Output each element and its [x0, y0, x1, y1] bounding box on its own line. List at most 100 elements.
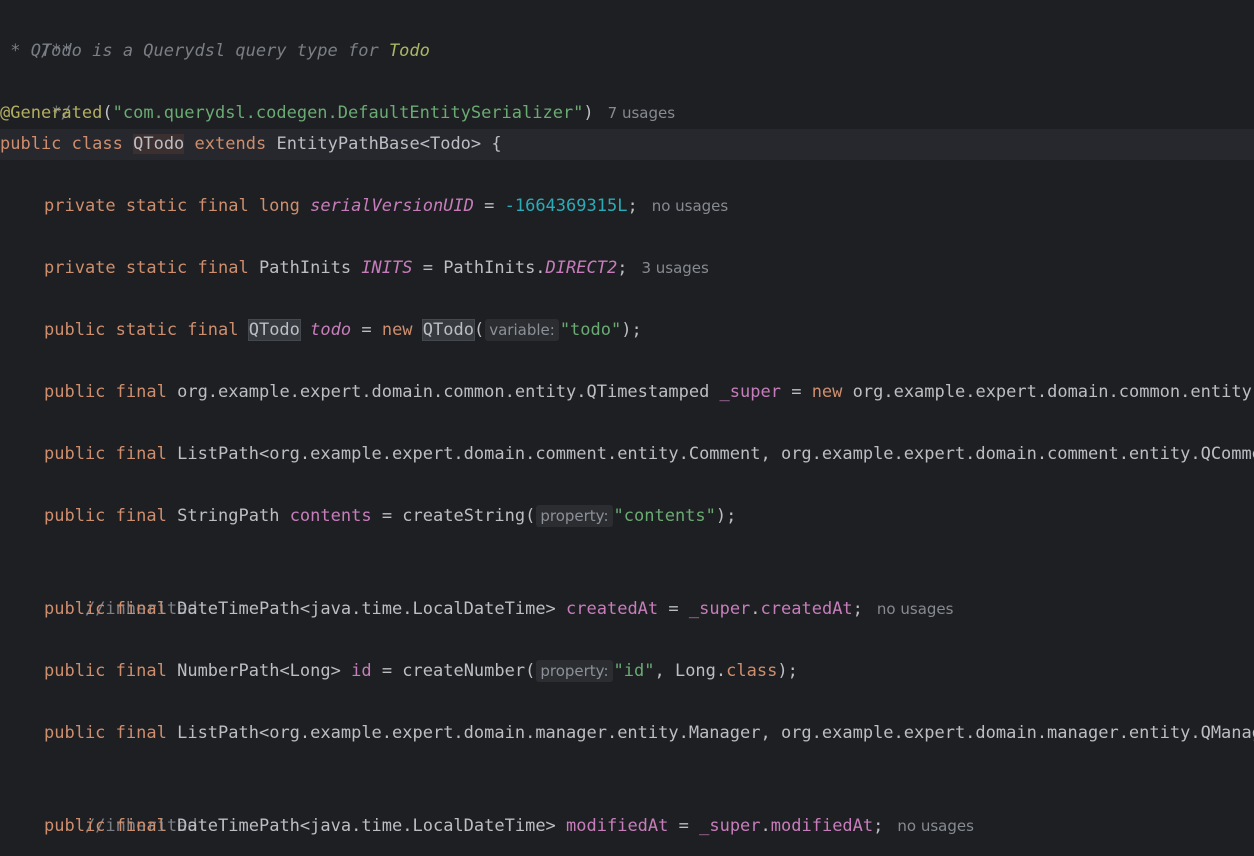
super-ref[interactable]: _super: [689, 599, 750, 619]
keyword-public: public: [44, 816, 106, 836]
annotation-argument: "com.querydsl.codegen.DefaultEntitySeria…: [112, 103, 584, 123]
operator-assign: =: [780, 382, 812, 402]
field-id[interactable]: id: [351, 661, 371, 681]
param-hint-property[interactable]: property:: [536, 505, 613, 527]
operator-assign: =: [473, 196, 505, 216]
paren-open: (: [473, 320, 485, 340]
serial-value: -1664369315L: [504, 196, 628, 216]
annotation-paren-open: (: [102, 103, 113, 123]
semicolon: ;: [873, 816, 884, 836]
keyword-final: final: [115, 382, 167, 402]
field-type: DateTimePath<java.time.LocalDateTime>: [166, 816, 567, 836]
paren-close: );: [715, 506, 737, 526]
field-todo[interactable]: todo: [310, 320, 351, 340]
field-type: StringPath: [166, 506, 290, 526]
contents-argument: "contents": [613, 506, 716, 526]
field-modified-at[interactable]: modifiedAt: [566, 816, 668, 836]
keyword-final: final: [115, 506, 167, 526]
field-type: NumberPath<Long>: [166, 661, 352, 681]
keyword-final: final: [115, 599, 167, 619]
keyword-public: public: [44, 661, 106, 681]
dot: .: [750, 599, 761, 619]
keyword-public: public: [44, 723, 106, 743]
code-line-javadoc-open[interactable]: /**: [0, 5, 1254, 61]
keyword-new: new: [811, 382, 843, 402]
keyword-public: public: [0, 134, 62, 154]
id-mid: , Long.: [654, 661, 727, 681]
field-modifiers: public static final: [44, 320, 239, 340]
keyword-final: final: [115, 723, 167, 743]
field-super[interactable]: _super: [720, 382, 781, 402]
field-contents[interactable]: contents: [290, 506, 372, 526]
super-rhs: org.example.expert.domain.common.entity.…: [852, 382, 1254, 402]
operator-assign: =: [668, 816, 700, 836]
operator-assign: =: [351, 320, 382, 340]
class-name[interactable]: QTodo: [133, 134, 185, 154]
keyword-public: public: [44, 444, 106, 464]
code-line-id-field[interactable]: public final NumberPath<Long> id = creat…: [0, 656, 1254, 687]
paren-close: );: [777, 661, 798, 681]
keyword-final: final: [115, 661, 167, 681]
code-line-class-declaration[interactable]: public class QTodo extends EntityPathBas…: [0, 129, 1254, 160]
created-at-ref[interactable]: createdAt: [761, 599, 853, 619]
code-line-modified-at[interactable]: public final DateTimePath<java.time.Loca…: [0, 811, 1254, 842]
modified-at-ref[interactable]: modifiedAt: [771, 816, 873, 836]
keyword-public: public: [44, 382, 106, 402]
superclass[interactable]: EntityPathBase<Todo> {: [276, 134, 501, 154]
param-hint-property[interactable]: property:: [536, 660, 613, 682]
keyword-final: final: [115, 816, 167, 836]
keyword-public: public: [44, 506, 106, 526]
paren-close: );: [621, 320, 642, 340]
code-line-annotation[interactable]: @Generated("com.querydsl.codegen.Default…: [0, 98, 1254, 129]
field-type: org.example.expert.domain.common.entity.…: [166, 382, 720, 402]
keyword-public: public: [44, 599, 106, 619]
created-at-usages-hint[interactable]: no usages: [877, 600, 954, 618]
id-rhs: = createNumber(: [371, 661, 536, 681]
code-line-comment-inherited-2[interactable]: //inherited: [0, 780, 1254, 836]
serial-usages-hint[interactable]: no usages: [652, 197, 729, 215]
code-line-managers-field[interactable]: public final ListPath<org.example.expert…: [0, 718, 1254, 749]
modified-at-usages-hint[interactable]: no usages: [897, 817, 974, 835]
code-line-created-at[interactable]: public final DateTimePath<java.time.Loca…: [0, 594, 1254, 625]
code-line-contents-field[interactable]: public final StringPath contents = creat…: [0, 501, 1254, 532]
operator-assign: =: [658, 599, 689, 619]
inits-usages-hint[interactable]: 3 usages: [641, 259, 708, 277]
keyword-extends: extends: [194, 134, 267, 154]
code-line-javadoc-close[interactable]: */: [0, 67, 1254, 123]
field-modifiers: private static final: [44, 258, 249, 278]
contents-rhs: = createString(: [371, 506, 536, 526]
code-line-super-field[interactable]: public final org.example.expert.domain.c…: [0, 377, 1254, 408]
annotation-usages-hint[interactable]: 7 usages: [608, 104, 675, 122]
code-line-serial-version[interactable]: private static final long serialVersionU…: [0, 191, 1254, 222]
managers-field-decl: ListPath<org.example.expert.domain.manag…: [177, 723, 1254, 743]
code-line-javadoc-text[interactable]: * QTodo is a Querydsl query type for Tod…: [0, 36, 1254, 67]
todo-type[interactable]: QTodo: [247, 319, 301, 341]
param-hint-variable[interactable]: variable:: [485, 319, 559, 341]
code-line-inits[interactable]: private static final PathInits INITS = P…: [0, 253, 1254, 284]
semicolon: ;: [617, 258, 628, 278]
semicolon: ;: [852, 599, 863, 619]
javadoc-link-todo[interactable]: Todo: [389, 41, 430, 61]
code-editor[interactable]: /** * QTodo is a Querydsl query type for…: [0, 0, 1254, 856]
field-inits[interactable]: INITS: [361, 258, 412, 278]
todo-argument: "todo": [559, 320, 622, 340]
keyword-class: class: [71, 134, 123, 154]
comments-field-decl: ListPath<org.example.expert.domain.comme…: [177, 444, 1254, 464]
todo-constructor[interactable]: QTodo: [421, 319, 475, 341]
annotation-name[interactable]: @Generated: [0, 103, 102, 123]
const-direct2[interactable]: DIRECT2: [546, 258, 618, 278]
field-type: DateTimePath<java.time.LocalDateTime>: [166, 599, 567, 619]
super-ref[interactable]: _super: [699, 816, 760, 836]
keyword-final: final: [115, 444, 167, 464]
field-modifiers: private static final long: [44, 196, 300, 216]
field-created-at[interactable]: createdAt: [566, 599, 658, 619]
field-type: PathInits: [248, 258, 362, 278]
code-line-todo-field[interactable]: public static final QTodo todo = new QTo…: [0, 315, 1254, 346]
dot: .: [760, 816, 771, 836]
field-serial-version-uid[interactable]: serialVersionUID: [310, 196, 474, 216]
code-line-comment-inherited[interactable]: //inherited: [0, 563, 1254, 619]
id-argument: "id": [613, 661, 655, 681]
code-line-comments-field[interactable]: public final ListPath<org.example.expert…: [0, 439, 1254, 470]
semicolon: ;: [627, 196, 638, 216]
annotation-paren-close: ): [583, 103, 594, 123]
